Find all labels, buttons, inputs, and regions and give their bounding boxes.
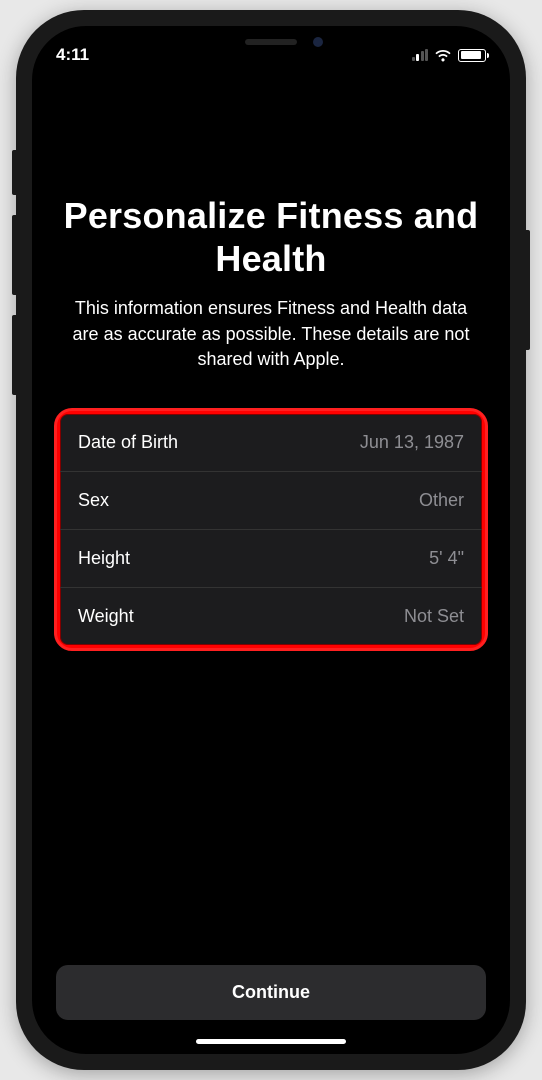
setting-value: 5' 4": [429, 548, 464, 569]
battery-icon: [458, 49, 486, 62]
wifi-icon: [434, 49, 452, 62]
setting-row-dob[interactable]: Date of Birth Jun 13, 1987: [60, 414, 482, 472]
setting-value: Not Set: [404, 606, 464, 627]
status-time: 4:11: [56, 45, 89, 65]
setting-row-weight[interactable]: Weight Not Set: [60, 588, 482, 645]
health-settings-card: Date of Birth Jun 13, 1987 Sex Other Hei…: [56, 410, 486, 649]
setting-label: Weight: [78, 606, 134, 627]
setting-label: Date of Birth: [78, 432, 178, 453]
continue-button[interactable]: Continue: [56, 965, 486, 1020]
status-right: [412, 49, 487, 62]
cellular-signal-icon: [412, 49, 429, 61]
setting-row-height[interactable]: Height 5' 4": [60, 530, 482, 588]
screen: 4:11 Personalize Fitness and Health This…: [32, 26, 510, 1054]
phone-frame: 4:11 Personalize Fitness and Health This…: [16, 10, 526, 1070]
setting-value: Jun 13, 1987: [360, 432, 464, 453]
setting-value: Other: [419, 490, 464, 511]
setting-row-sex[interactable]: Sex Other: [60, 472, 482, 530]
content: Personalize Fitness and Health This info…: [32, 74, 510, 1054]
setting-label: Height: [78, 548, 130, 569]
setting-label: Sex: [78, 490, 109, 511]
page-title: Personalize Fitness and Health: [56, 194, 486, 280]
page-description: This information ensures Fitness and Hea…: [56, 296, 486, 372]
notch: [171, 26, 371, 58]
home-indicator[interactable]: [196, 1039, 346, 1044]
